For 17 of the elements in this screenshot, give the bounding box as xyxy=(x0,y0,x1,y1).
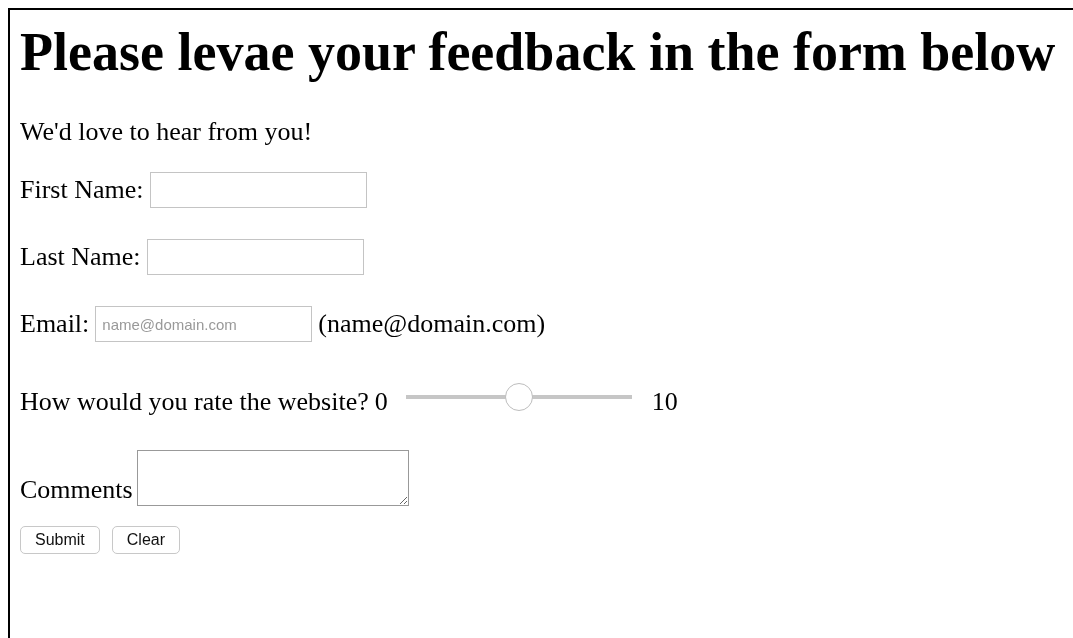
field-label: First Name: xyxy=(20,174,144,206)
field-label: Email: xyxy=(20,308,90,340)
input-field[interactable] xyxy=(149,172,367,208)
comments-field[interactable] xyxy=(136,450,409,506)
slider-thumb[interactable] xyxy=(504,383,533,411)
field-label: Comments xyxy=(20,474,133,506)
max-label: 10 xyxy=(651,386,678,418)
input-field[interactable] xyxy=(146,239,364,275)
intro-text: We'd love to hear from you! xyxy=(20,116,313,148)
min-label: 0 xyxy=(374,386,388,418)
field-label: Last Name: xyxy=(20,241,141,273)
form-button[interactable]: Submit xyxy=(20,526,100,554)
page-heading: Please levae your feedback in the form below xyxy=(20,24,1057,80)
field-label: How would you rate the website? xyxy=(20,386,369,418)
input-field[interactable]: name@domain.com xyxy=(95,306,313,342)
field-hint: (name@domain.com) xyxy=(318,308,546,340)
form-button[interactable]: Clear xyxy=(111,526,181,554)
